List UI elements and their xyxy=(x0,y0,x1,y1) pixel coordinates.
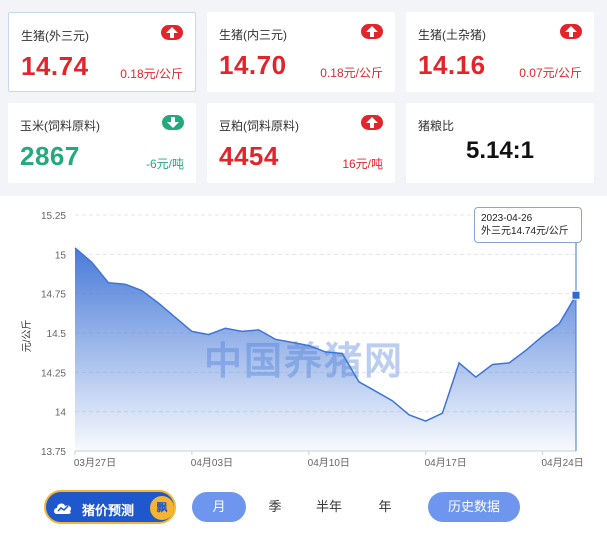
price-forecast-button[interactable]: 猪价预测 飘 xyxy=(44,490,176,524)
period-tabs: 月 季 半年 年 xyxy=(192,492,412,522)
tab-year[interactable]: 年 xyxy=(358,492,412,522)
arrow-up-icon xyxy=(161,25,183,40)
arrow-up-icon xyxy=(361,24,383,39)
card-title: 生猪(土杂猪) xyxy=(418,28,486,42)
card-price: 4454 xyxy=(219,141,279,171)
card-title: 豆粕(饲料原料) xyxy=(219,119,299,133)
y-tick-label: 15 xyxy=(55,250,67,261)
data-point-marker[interactable] xyxy=(571,290,581,300)
price-card-corn[interactable]: 玉米(饲料原料) 2867 -6元/吨 xyxy=(8,103,196,183)
x-tick-label: 03月27日 xyxy=(74,457,116,469)
card-price: 14.74 xyxy=(21,51,89,81)
arrow-down-icon xyxy=(162,115,184,130)
card-change: 0.18元/公斤 xyxy=(120,67,183,81)
price-card-local-hog[interactable]: 生猪(土杂猪) 14.16 0.07元/公斤 xyxy=(406,12,594,92)
history-data-button[interactable]: 历史数据 xyxy=(428,492,520,522)
arrow-up-icon xyxy=(560,24,582,39)
chart-tooltip: 2023-04-26 外三元14.74元/公斤 xyxy=(474,207,582,243)
tab-month[interactable]: 月 xyxy=(192,492,246,522)
x-tick-label: 04月10日 xyxy=(308,457,350,469)
forecast-badge: 飘 xyxy=(150,496,174,520)
tooltip-date: 2023-04-26 xyxy=(481,213,533,224)
price-card-soybean-meal[interactable]: 豆粕(饲料原料) 4454 16元/吨 xyxy=(207,103,395,183)
card-title: 生猪(外三元) xyxy=(21,29,89,43)
tooltip-value: 外三元14.74元/公斤 xyxy=(481,226,569,237)
card-title: 生猪(内三元) xyxy=(219,28,287,42)
y-axis-label: 元/公斤 xyxy=(21,320,33,353)
tab-half-year[interactable]: 半年 xyxy=(302,492,356,522)
card-title: 玉米(饲料原料) xyxy=(20,119,100,133)
price-card-inner-three[interactable]: 生猪(内三元) 14.70 0.18元/公斤 xyxy=(207,12,395,92)
card-price: 2867 xyxy=(20,141,80,171)
card-ratio-value: 5.14:1 xyxy=(465,137,535,164)
card-title: 猪粮比 xyxy=(418,119,455,133)
arrow-up-icon xyxy=(361,115,383,130)
x-tick-label: 04月24日 xyxy=(541,457,583,469)
x-tick-label: 04月17日 xyxy=(425,457,467,469)
card-change: -6元/吨 xyxy=(145,157,184,171)
chart-controls: 猪价预测 飘 月 季 半年 年 历史数据 xyxy=(0,470,607,535)
y-tick-label: 15.25 xyxy=(41,211,66,222)
tab-quarter[interactable]: 季 xyxy=(248,492,302,522)
y-tick-label: 13.75 xyxy=(41,447,66,458)
price-card-outer-three[interactable]: 生猪(外三元) 14.74 0.18元/公斤 xyxy=(8,12,196,92)
card-change: 0.07元/公斤 xyxy=(519,66,582,80)
card-price: 14.70 xyxy=(219,50,287,80)
forecast-label: 猪价预测 xyxy=(82,503,135,518)
cloud-chart-icon xyxy=(54,503,72,514)
y-tick-label: 14.5 xyxy=(47,329,67,340)
card-change: 16元/吨 xyxy=(342,157,383,171)
y-tick-label: 14.75 xyxy=(41,290,66,301)
card-change: 0.18元/公斤 xyxy=(320,66,383,80)
y-tick-label: 14 xyxy=(55,408,67,419)
card-price: 14.16 xyxy=(418,50,486,80)
x-tick-label: 04月03日 xyxy=(191,457,233,469)
price-card-hog-grain-ratio[interactable]: 猪粮比 5.14:1 xyxy=(406,103,594,183)
y-tick-label: 14.25 xyxy=(41,368,66,379)
